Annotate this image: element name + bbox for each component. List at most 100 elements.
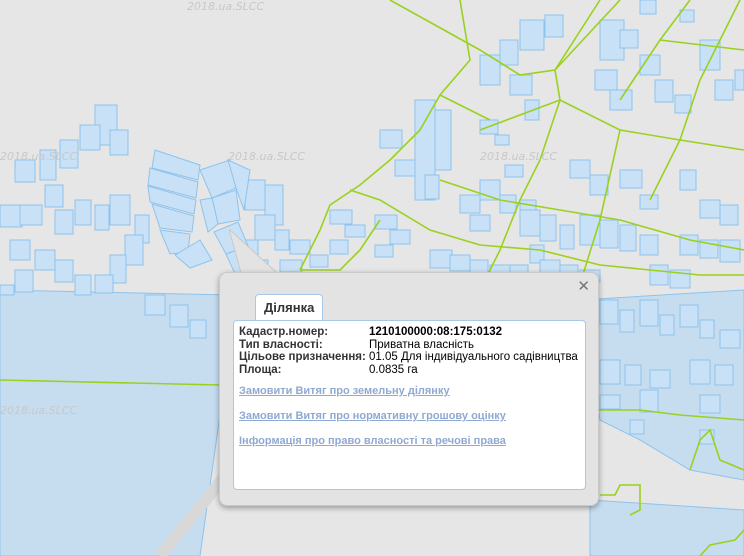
watermark: 2018.ua.SLCC — [228, 150, 306, 163]
land-parcel[interactable] — [144, 294, 166, 316]
land-parcel[interactable] — [599, 359, 621, 385]
field-ownership-type: Тип власності: Приватна власність — [239, 339, 578, 352]
watermark: 2018.ua.SLCC — [480, 150, 558, 163]
land-parcel[interactable] — [679, 304, 699, 328]
land-parcel[interactable] — [309, 254, 329, 268]
land-parcel[interactable] — [519, 209, 541, 237]
land-parcel[interactable] — [649, 264, 669, 286]
land-parcel[interactable] — [9, 239, 31, 261]
land-parcel[interactable] — [19, 204, 43, 226]
land-parcel[interactable] — [499, 39, 519, 66]
land-parcel[interactable] — [109, 129, 129, 156]
field-label: Кадастр.номер: — [239, 326, 329, 338]
land-parcel[interactable] — [654, 79, 674, 103]
land-parcel[interactable] — [699, 319, 715, 339]
land-parcel[interactable] — [609, 89, 633, 111]
tab-parcel[interactable]: Ділянка — [255, 294, 324, 321]
close-icon[interactable]: ✕ — [577, 277, 590, 295]
land-parcel[interactable] — [109, 194, 131, 226]
land-parcel[interactable] — [394, 159, 416, 177]
land-parcel[interactable] — [624, 364, 642, 386]
land-parcel[interactable] — [659, 314, 675, 336]
land-parcel[interactable] — [539, 214, 557, 242]
land-parcel[interactable] — [14, 269, 34, 293]
land-parcel[interactable] — [424, 174, 440, 200]
land-parcel[interactable] — [599, 299, 619, 325]
land-parcel[interactable] — [169, 304, 189, 328]
field-label: Тип власності: — [239, 338, 323, 351]
land-parcel[interactable] — [619, 29, 639, 49]
land-parcel[interactable] — [189, 319, 207, 339]
land-parcel[interactable] — [279, 259, 303, 273]
land-parcel[interactable] — [494, 134, 510, 146]
land-parcel[interactable] — [344, 224, 366, 238]
land-parcel[interactable] — [509, 74, 533, 96]
land-parcel[interactable] — [714, 364, 734, 386]
field-label: Площа: — [239, 363, 282, 376]
land-parcel[interactable] — [94, 274, 114, 294]
popup-tail — [229, 229, 279, 274]
parcel-fields: Кадастр.номер: 1210100000:08:175:0132 Ти… — [239, 326, 578, 376]
land-parcel[interactable] — [74, 274, 92, 296]
land-parcel[interactable] — [619, 309, 635, 333]
land-parcel[interactable] — [599, 219, 619, 249]
land-parcel[interactable] — [389, 229, 411, 245]
land-parcel[interactable] — [44, 184, 64, 208]
land-parcel[interactable] — [674, 94, 692, 114]
land-parcel[interactable] — [699, 199, 721, 219]
land-parcel[interactable] — [124, 234, 144, 266]
land-parcel[interactable] — [519, 19, 545, 51]
land-parcel[interactable] — [0, 284, 15, 296]
land-parcel[interactable] — [719, 239, 741, 263]
land-parcel[interactable] — [54, 209, 74, 235]
land-parcel[interactable] — [374, 244, 394, 258]
land-parcel[interactable] — [479, 54, 501, 86]
land-parcel[interactable] — [719, 329, 741, 349]
land-parcel[interactable] — [504, 164, 524, 178]
land-parcel[interactable] — [714, 79, 734, 101]
land-parcel[interactable] — [679, 169, 697, 191]
land-parcel[interactable] — [699, 394, 721, 414]
land-parcel[interactable] — [329, 209, 353, 225]
land-parcel[interactable] — [429, 249, 453, 269]
land-parcel[interactable] — [79, 124, 101, 151]
watermark: 2018.ua.SLCC — [187, 0, 265, 13]
land-parcel[interactable] — [559, 224, 575, 250]
land-parcel[interactable] — [639, 234, 659, 256]
land-parcel[interactable] — [594, 69, 618, 91]
field-value: 01.05 Для індивідуального садівництва — [369, 351, 578, 363]
land-parcel[interactable] — [469, 214, 491, 232]
land-parcel[interactable] — [499, 194, 517, 214]
land-parcel[interactable] — [599, 394, 621, 410]
land-parcel[interactable] — [569, 159, 591, 179]
land-parcel[interactable] — [619, 224, 637, 252]
land-parcel[interactable] — [639, 389, 659, 413]
land-parcel[interactable] — [289, 239, 311, 255]
land-parcel[interactable] — [589, 174, 609, 196]
land-parcel[interactable] — [639, 194, 659, 210]
land-parcel[interactable] — [449, 254, 471, 272]
order-valuation-extract-link[interactable]: Замовити Витяг про нормативну грошову оц… — [239, 410, 506, 422]
land-parcel[interactable] — [34, 249, 56, 271]
land-parcel[interactable] — [629, 419, 645, 435]
land-parcel[interactable] — [434, 109, 452, 171]
land-parcel[interactable] — [14, 159, 36, 183]
land-parcel[interactable] — [719, 204, 739, 226]
ownership-rights-info-link[interactable]: Інформація про право власності та речові… — [239, 435, 506, 447]
order-land-extract-link[interactable]: Замовити Витяг про земельну ділянку — [239, 385, 450, 397]
land-parcel[interactable] — [379, 129, 403, 149]
land-parcel[interactable] — [459, 194, 481, 214]
land-parcel[interactable] — [639, 0, 657, 15]
land-parcel[interactable] — [639, 299, 659, 327]
land-parcel[interactable] — [649, 369, 671, 389]
land-parcel[interactable] — [0, 204, 23, 228]
land-parcel[interactable] — [619, 169, 643, 189]
land-parcel[interactable] — [54, 259, 74, 283]
land-parcel[interactable] — [544, 14, 564, 38]
land-parcel[interactable] — [94, 204, 110, 231]
water-area — [589, 499, 744, 556]
land-parcel[interactable] — [74, 199, 92, 226]
land-parcel[interactable] — [734, 69, 744, 91]
land-parcel[interactable] — [329, 239, 349, 255]
land-parcel[interactable] — [689, 359, 711, 385]
